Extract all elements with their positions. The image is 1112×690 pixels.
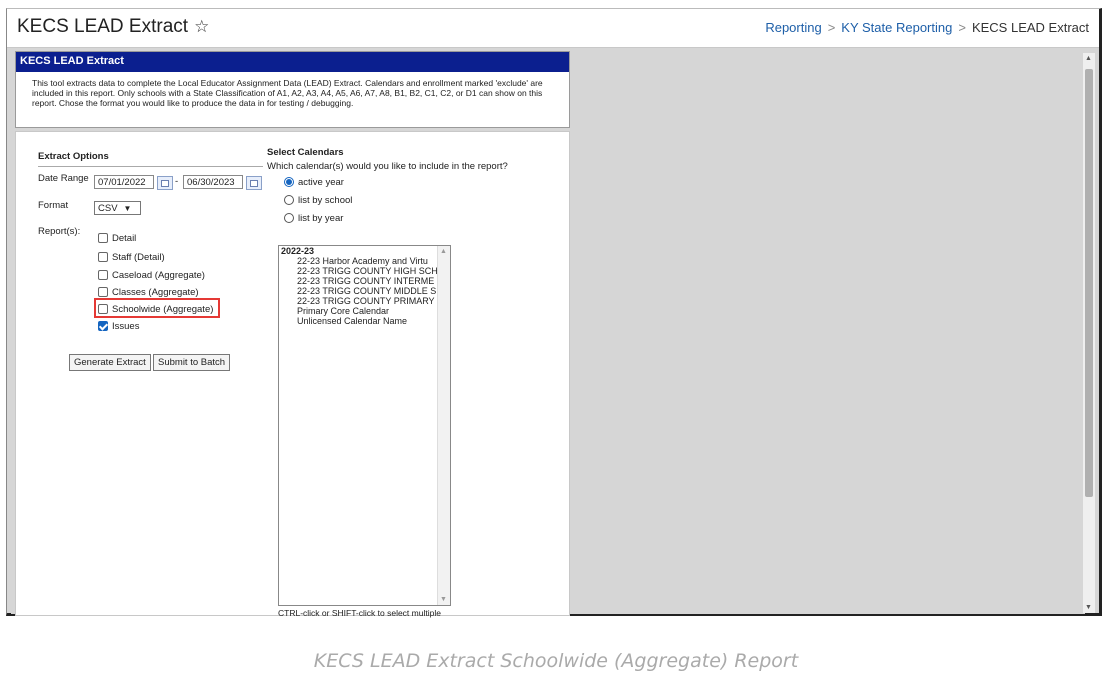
app-window: KECS LEAD Extract ☆ Reporting > KY State Re… [6, 8, 1102, 618]
select-calendars-title: Select Calendars [267, 147, 344, 158]
report-checkbox-staff-detail[interactable]: Staff (Detail) [98, 250, 165, 264]
scrollbar-thumb[interactable] [1085, 69, 1093, 497]
reports-label: Report(s): [38, 226, 81, 237]
radio-label: list by year [298, 212, 344, 224]
tool-info-panel: KECS LEAD Extract This tool extracts dat… [15, 51, 570, 128]
figure-caption: KECS LEAD Extract Schoolwide (Aggregate)… [313, 650, 799, 672]
page-scrollbar[interactable]: ▲ ▼ [1083, 53, 1095, 613]
checkbox-icon[interactable] [98, 233, 108, 243]
date-separator: - [175, 176, 179, 187]
generate-extract-button[interactable]: Generate Extract [69, 354, 151, 371]
breadcrumb-current: KECS LEAD Extract [971, 20, 1089, 35]
date-range-label: Date Range [38, 173, 89, 184]
scroll-down-icon[interactable]: ▼ [1085, 604, 1092, 611]
report-checkbox-issues[interactable]: Issues [98, 319, 139, 333]
checkbox-icon[interactable] [98, 287, 108, 297]
multi-select-hint: CTRL-click or SHIFT-click to select mult… [278, 608, 441, 618]
extract-options-title: Extract Options [38, 151, 109, 162]
end-date-field[interactable]: 06/30/2023 [183, 175, 243, 189]
calendar-group: 2022-23 [281, 246, 315, 256]
calendar-option[interactable]: 22-23 TRIGG COUNTY MIDDLE S [279, 286, 442, 296]
section-divider [38, 166, 263, 167]
calendar-listbox[interactable]: 2022-23 22-23 Harbor Academy and Virtu 2… [278, 245, 451, 606]
tool-heading: KECS LEAD Extract [16, 52, 569, 72]
report-label: Staff (Detail) [112, 251, 165, 263]
report-label: Caseload (Aggregate) [112, 269, 205, 281]
calendar-option[interactable]: 22-23 TRIGG COUNTY PRIMARY [279, 296, 442, 306]
start-date-field[interactable]: 07/01/2022 [94, 175, 154, 189]
chevron-down-icon: ▼ [123, 204, 132, 213]
listbox-scrollbar[interactable]: ▲ ▼ [437, 246, 450, 605]
report-checkbox-caseload[interactable]: Caseload (Aggregate) [98, 268, 205, 282]
report-label: Detail [112, 232, 137, 244]
page-title-text: KECS LEAD Extract [17, 16, 189, 37]
calendar-option[interactable]: Primary Core Calendar [279, 306, 442, 316]
radio-icon[interactable] [284, 213, 294, 223]
checkbox-icon[interactable] [98, 270, 108, 280]
chevron-right-icon: > [827, 20, 836, 35]
report-label: Classes (Aggregate) [112, 286, 199, 298]
submit-to-batch-button[interactable]: Submit to Batch [153, 354, 231, 371]
breadcrumb: Reporting > KY State Reporting > KECS LEAD E… [765, 20, 1089, 35]
calendar-option[interactable]: 22-23 TRIGG COUNTY HIGH SCH [279, 266, 442, 276]
highlight-box [94, 298, 220, 318]
calendar-icon[interactable] [157, 176, 173, 190]
checkbox-checked-icon[interactable] [98, 321, 108, 331]
breadcrumb-reporting[interactable]: Reporting [765, 20, 821, 35]
radio-icon[interactable] [284, 195, 294, 205]
radio-list-by-year[interactable]: list by year [284, 211, 343, 225]
calendar-question: Which calendar(s) would you like to incl… [267, 161, 508, 172]
report-checkbox-classes[interactable]: Classes (Aggregate) [98, 285, 199, 299]
page-header: KECS LEAD Extract ☆ Reporting > KY State Re… [7, 9, 1099, 48]
scroll-up-icon[interactable]: ▲ [440, 248, 447, 255]
format-label: Format [38, 200, 69, 211]
content-area: KECS LEAD Extract This tool extracts dat… [11, 49, 1085, 618]
radio-active-year[interactable]: active year [284, 175, 344, 189]
report-checkbox-detail[interactable]: Detail [98, 231, 136, 245]
format-select[interactable]: CSV ▼ [94, 201, 141, 215]
format-select-value: CSV [98, 203, 118, 214]
radio-label: active year [298, 176, 344, 188]
radio-label: list by school [298, 194, 353, 206]
report-label: Issues [112, 320, 140, 332]
chevron-right-icon: > [958, 20, 966, 35]
scroll-up-icon[interactable]: ▲ [1085, 55, 1092, 62]
extract-form: Extract Options Date Range 07/01/2022 - … [15, 131, 570, 618]
scroll-down-icon[interactable]: ▼ [440, 596, 447, 603]
calendar-option[interactable]: 22-23 TRIGG COUNTY INTERME [279, 276, 442, 286]
radio-selected-icon[interactable] [284, 177, 294, 187]
tool-description: This tool extracts data to complete the … [32, 78, 543, 108]
radio-list-by-school[interactable]: list by school [284, 193, 352, 207]
calendar-option[interactable]: Unlicensed Calendar Name [279, 316, 442, 326]
page-title: KECS LEAD Extract ☆ [17, 16, 209, 38]
calendar-option[interactable]: 22-23 Harbor Academy and Virtu [279, 256, 442, 266]
breadcrumb-ky-state-reporting[interactable]: KY State Reporting [841, 20, 952, 35]
calendar-icon[interactable] [246, 176, 262, 190]
checkbox-icon[interactable] [98, 252, 108, 262]
star-icon[interactable]: ☆ [194, 17, 209, 36]
